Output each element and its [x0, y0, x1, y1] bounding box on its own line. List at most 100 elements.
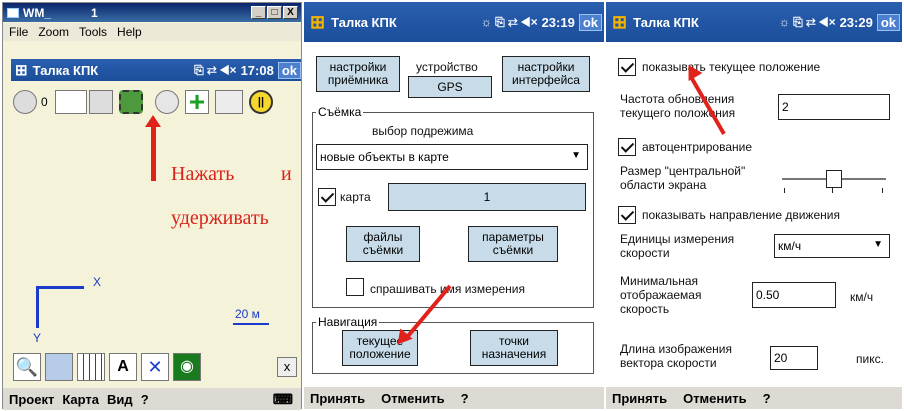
- targets-button[interactable]: точки назначения: [470, 330, 558, 366]
- menu-project[interactable]: Проект: [9, 392, 54, 407]
- hint-arrow-head: [145, 115, 161, 127]
- window-title-number: 1: [91, 5, 98, 20]
- show-position-label: показывать текущее положение: [642, 60, 821, 74]
- show-direction-checkbox[interactable]: [618, 206, 636, 224]
- map-toolbar: 0 + ||: [11, 88, 301, 118]
- update-freq-input[interactable]: 2: [778, 94, 890, 120]
- left-panel: WM_ 1 _ □ X File Zoom Tools Help ⊞ Талка…: [2, 2, 302, 410]
- min-speed-input[interactable]: 0.50: [752, 282, 836, 308]
- accept-button[interactable]: Принять: [612, 391, 667, 406]
- hint-hold: удерживать: [171, 207, 269, 229]
- blank-tool-icon-2[interactable]: [215, 90, 243, 114]
- status-icons: ⎘ ⇄ ◀×: [194, 62, 237, 77]
- menu-file[interactable]: File: [9, 25, 28, 39]
- vector-length-input[interactable]: 20: [770, 346, 818, 370]
- autocenter-label: автоцентрирование: [642, 140, 752, 154]
- slider-tick: [832, 188, 833, 193]
- autocenter-checkbox[interactable]: [618, 138, 636, 156]
- window-icon: [7, 7, 19, 18]
- navigation-group-title: Навигация: [316, 315, 380, 329]
- window-title: WM_: [23, 5, 51, 20]
- windows-flag-icon[interactable]: ⊞: [15, 61, 28, 79]
- map-selector[interactable]: 1: [388, 183, 586, 211]
- clock: 23:29: [839, 14, 873, 30]
- menu-view[interactable]: Вид: [107, 392, 133, 407]
- map-checkbox[interactable]: [318, 188, 336, 206]
- add-icon[interactable]: +: [185, 88, 209, 116]
- counter: 0: [41, 95, 48, 109]
- close-button[interactable]: X: [283, 6, 298, 19]
- ok-button[interactable]: ok: [277, 61, 301, 79]
- show-direction-label: показывать направление движения: [642, 208, 840, 222]
- help-button[interactable]: ?: [763, 391, 771, 406]
- tab-receiver-settings[interactable]: настройки приёмника: [316, 56, 400, 92]
- min-speed-label: Минимальная отображаемая скорость: [620, 274, 702, 316]
- windows-flag-icon[interactable]: ⊞: [612, 12, 627, 33]
- vector-length-label: Длина изображения вектора скорости: [620, 342, 732, 370]
- maximize-button[interactable]: □: [267, 6, 282, 19]
- ok-button[interactable]: ok: [578, 13, 602, 31]
- right-bottom-bar: Принять Отменить ?: [606, 387, 902, 409]
- survey-files-button[interactable]: файлы съёмки: [346, 226, 420, 262]
- scale-label: 20 м: [235, 307, 260, 321]
- axis-y-label: Y: [33, 331, 42, 345]
- slider-tick: [784, 188, 785, 193]
- middle-panel: ⊞ Талка КПК ☼ ⎘ ⇄ ◀× 23:19 ok настройки …: [304, 2, 604, 409]
- compass-icon[interactable]: [13, 90, 37, 114]
- accept-button[interactable]: Принять: [310, 391, 365, 406]
- map-label: карта: [340, 190, 371, 204]
- submode-select[interactable]: новые объекты в карте ▼: [316, 144, 588, 170]
- ok-button[interactable]: ok: [876, 13, 900, 31]
- menu-tools[interactable]: Tools: [79, 25, 107, 39]
- measure-icon[interactable]: ✕: [141, 353, 169, 381]
- chevron-down-icon: ▼: [571, 150, 581, 161]
- middle-bottom-bar: Принять Отменить ?: [304, 387, 604, 409]
- pause-icon[interactable]: ||: [249, 90, 273, 114]
- minimize-button[interactable]: _: [251, 6, 266, 19]
- bottom-tools: 🔍 A ✕ ◉ x: [11, 351, 301, 381]
- menu-help[interactable]: Help: [117, 25, 142, 39]
- menu-question[interactable]: ?: [141, 392, 149, 407]
- blank-tool-icon[interactable]: [55, 90, 87, 114]
- window-titlebar: WM_ 1 _ □ X: [3, 3, 301, 22]
- ask-name-checkbox[interactable]: [346, 278, 364, 296]
- menu-zoom[interactable]: Zoom: [38, 25, 69, 39]
- chevron-down-icon: ▼: [873, 239, 883, 250]
- magnifier-icon[interactable]: 🔍: [13, 353, 41, 381]
- pda-titlebar: ⊞ Талка КПК ☼ ⎘ ⇄ ◀× 23:19 ok: [304, 2, 604, 42]
- axis-x-line: [36, 286, 84, 289]
- text-edit-icon[interactable]: A: [109, 353, 137, 381]
- speed-units-select[interactable]: км/ч ▼: [774, 234, 890, 258]
- windows-flag-icon[interactable]: ⊞: [310, 12, 325, 33]
- left-bottom-bar: Проект Карта Вид ? ⌨: [3, 388, 301, 410]
- layers-icon[interactable]: [45, 353, 73, 381]
- gps-button[interactable]: GPS: [408, 76, 492, 98]
- speed-units-value: км/ч: [778, 239, 802, 253]
- gps-target-icon[interactable]: ◉: [173, 353, 201, 381]
- slider-thumb[interactable]: [826, 170, 842, 188]
- tab-device[interactable]: устройство: [416, 60, 478, 74]
- gps-mode-icon[interactable]: [119, 90, 143, 114]
- show-position-checkbox[interactable]: [618, 58, 636, 76]
- pda-title: Талка КПК: [633, 14, 699, 30]
- survey-params-button[interactable]: параметры съёмки: [468, 226, 558, 262]
- keyboard-icon[interactable]: ⌨: [273, 391, 293, 408]
- pin-icon[interactable]: [89, 90, 113, 114]
- axis-y-line: [36, 286, 39, 328]
- center-size-slider[interactable]: [782, 166, 886, 194]
- cancel-button[interactable]: Отменить: [683, 391, 747, 406]
- close-tools-button[interactable]: x: [277, 357, 297, 377]
- axis-x-label: X: [93, 275, 102, 289]
- hint-press: Нажать: [171, 163, 235, 185]
- pda-titlebar: ⊞ Талка КПК ⎘ ⇄ ◀× 17:08 ok: [11, 59, 301, 81]
- menu-map[interactable]: Карта: [62, 392, 99, 407]
- pda-title: Талка КПК: [32, 62, 99, 78]
- help-button[interactable]: ?: [461, 391, 469, 406]
- status-icons: ☼ ⎘ ⇄ ◀×: [480, 14, 538, 29]
- pda-title: Талка КПК: [331, 14, 397, 30]
- min-speed-unit: км/ч: [850, 290, 874, 304]
- tab-interface-settings[interactable]: настройки интерфейса: [502, 56, 590, 92]
- table-icon[interactable]: [77, 353, 105, 381]
- cancel-button[interactable]: Отменить: [381, 391, 445, 406]
- person-icon[interactable]: [155, 90, 179, 114]
